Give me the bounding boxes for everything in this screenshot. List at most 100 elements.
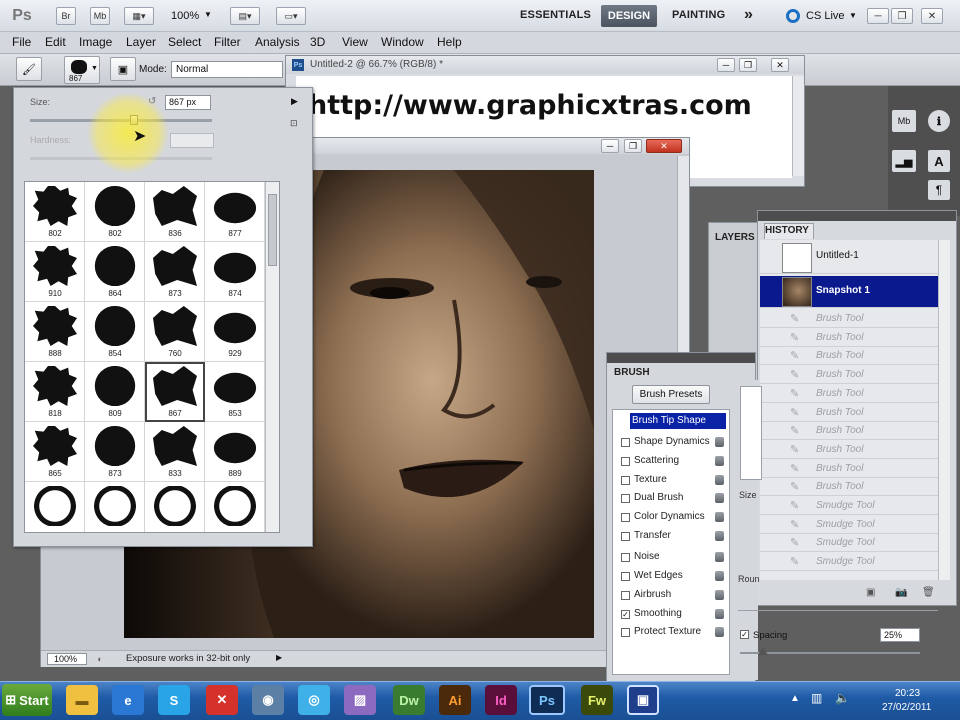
restore-button[interactable]: ❐: [739, 58, 757, 72]
new-snapshot-icon[interactable]: 📷: [895, 587, 907, 598]
brush-option-label[interactable]: Dual Brush: [634, 492, 683, 503]
internet-explorer-icon[interactable]: e: [112, 685, 144, 715]
brush-preset-cell[interactable]: 877: [205, 182, 265, 242]
zoom-level[interactable]: 100%: [171, 10, 199, 22]
lock-icon[interactable]: [715, 512, 724, 522]
minimize-button[interactable]: ─: [601, 139, 619, 153]
history-document-row[interactable]: Untitled-1: [760, 242, 938, 274]
network-icon[interactable]: ◉: [252, 685, 284, 715]
history-state-row[interactable]: ✎ Brush Tool: [760, 310, 938, 328]
brush-preset-cell[interactable]: [205, 482, 265, 532]
clock-date[interactable]: 27/02/2011: [882, 702, 931, 713]
new-document-from-state-icon[interactable]: ▣: [866, 587, 875, 598]
lock-icon[interactable]: [715, 552, 724, 562]
size-value-input[interactable]: 867 px: [165, 95, 211, 110]
brush-option-checkbox[interactable]: [621, 438, 630, 447]
menu-view[interactable]: View: [342, 35, 368, 49]
capture-app-icon[interactable]: ▣: [627, 685, 659, 715]
history-state-row[interactable]: ✎ Smudge Tool: [760, 516, 938, 534]
brush-option-label[interactable]: Noise: [634, 551, 660, 562]
brush-option-label[interactable]: Scattering: [634, 455, 679, 466]
new-preset-icon[interactable]: ⊡: [290, 118, 298, 129]
info-icon[interactable]: ℹ: [928, 110, 950, 132]
workspace-painting[interactable]: PAINTING: [672, 9, 725, 21]
brush-preset-cell[interactable]: 910: [25, 242, 85, 302]
explorer-icon[interactable]: ▬: [66, 685, 98, 715]
start-button[interactable]: ⊞ Start: [2, 684, 52, 716]
brush-preset-cell[interactable]: 929: [205, 302, 265, 362]
browser-icon[interactable]: ◎: [298, 685, 330, 715]
panel-drag-bar[interactable]: [758, 211, 956, 221]
brush-preset-cell[interactable]: 833: [145, 422, 205, 482]
history-state-row[interactable]: ✎ Brush Tool: [760, 404, 938, 422]
menu-window[interactable]: Window: [381, 35, 424, 49]
indesign-icon[interactable]: Id: [485, 685, 517, 715]
bridge-button[interactable]: Br: [56, 7, 76, 25]
lock-icon[interactable]: [715, 571, 724, 581]
brush-option-checkbox[interactable]: [621, 532, 630, 541]
close-button[interactable]: ✕: [646, 139, 682, 153]
mode-select[interactable]: Normal: [171, 61, 283, 78]
brush-preset-cell[interactable]: 809: [85, 362, 145, 422]
vertical-scrollbar[interactable]: [792, 76, 804, 176]
workspace-design[interactable]: DESIGN: [601, 5, 657, 27]
view-extras-icon[interactable]: ▦▾: [124, 7, 154, 25]
history-state-row[interactable]: ✎ Smudge Tool: [760, 497, 938, 515]
menu-edit[interactable]: Edit: [45, 35, 66, 49]
mini-bridge-icon[interactable]: Mb: [892, 110, 916, 132]
photoshop-taskbar-icon[interactable]: Ps: [529, 685, 565, 715]
brush-option-label[interactable]: Smoothing: [634, 608, 682, 619]
brush-preset-cell[interactable]: 865: [25, 422, 85, 482]
minimize-button[interactable]: ─: [867, 8, 889, 24]
history-state-row[interactable]: ✎ Brush Tool: [760, 385, 938, 403]
brush-option-checkbox[interactable]: [621, 476, 630, 485]
menu-file[interactable]: File: [12, 35, 31, 49]
brush-preset-cell[interactable]: 836: [145, 182, 205, 242]
layers-tab[interactable]: LAYERS: [715, 232, 755, 243]
network-tray-icon[interactable]: ▥: [811, 691, 822, 705]
lock-icon[interactable]: [715, 627, 724, 637]
minimize-button[interactable]: ─: [717, 58, 735, 72]
lock-icon[interactable]: [715, 493, 724, 503]
illustrator-icon[interactable]: Ai: [439, 685, 471, 715]
brush-preset-cell[interactable]: [25, 482, 85, 532]
menu-analysis[interactable]: Analysis: [255, 35, 300, 49]
menu-layer[interactable]: Layer: [126, 35, 156, 49]
acrobat-icon[interactable]: ✕: [206, 685, 238, 715]
chevron-down-icon[interactable]: ▼: [849, 11, 857, 20]
history-state-row[interactable]: ✎ Brush Tool: [760, 478, 938, 497]
chevron-down-icon[interactable]: ▼: [204, 10, 212, 19]
lock-icon[interactable]: [715, 609, 724, 619]
brush-preset-picker[interactable]: 867 ▼: [64, 56, 100, 84]
menu-3d[interactable]: 3D: [310, 35, 325, 49]
history-state-row[interactable]: ✎ Brush Tool: [760, 366, 938, 385]
brush-preset-cell[interactable]: 853: [205, 362, 265, 422]
status-zoom[interactable]: 100%: [47, 653, 87, 665]
restore-button[interactable]: ❐: [624, 139, 642, 153]
history-state-row[interactable]: ✎ Brush Tool: [760, 422, 938, 441]
clock-time[interactable]: 20:23: [895, 688, 920, 699]
spacing-checkbox[interactable]: ✓: [740, 630, 749, 639]
brush-preset-cell[interactable]: [85, 482, 145, 532]
brush-option-label[interactable]: Color Dynamics: [634, 511, 705, 522]
menu-image[interactable]: Image: [79, 35, 112, 49]
brush-option-checkbox[interactable]: [621, 553, 630, 562]
picker-menu-arrow-icon[interactable]: ▶: [291, 96, 298, 107]
brush-preset-cell[interactable]: 873: [145, 242, 205, 302]
brush-panel-toggle-icon[interactable]: ▣: [110, 57, 136, 81]
skype-icon[interactable]: S: [158, 685, 190, 715]
grid-scrollbar[interactable]: [265, 182, 279, 532]
brush-option-label[interactable]: Transfer: [634, 530, 671, 541]
menu-filter[interactable]: Filter: [214, 35, 241, 49]
screen-mode-icon[interactable]: ▭▾: [276, 7, 306, 25]
menu-help[interactable]: Help: [437, 35, 462, 49]
spacing-value[interactable]: 25%: [880, 628, 920, 642]
status-menu-arrow-icon[interactable]: ▶: [276, 653, 282, 662]
lock-icon[interactable]: [715, 531, 724, 541]
brush-panel-title[interactable]: BRUSH: [614, 367, 650, 378]
media-icon[interactable]: ▨: [344, 685, 376, 715]
status-info-icon[interactable]: ◐: [94, 653, 106, 665]
arrange-documents-icon[interactable]: ▤▾: [230, 7, 260, 25]
brush-preset-cell[interactable]: 867: [145, 362, 205, 422]
lock-icon[interactable]: [715, 590, 724, 600]
